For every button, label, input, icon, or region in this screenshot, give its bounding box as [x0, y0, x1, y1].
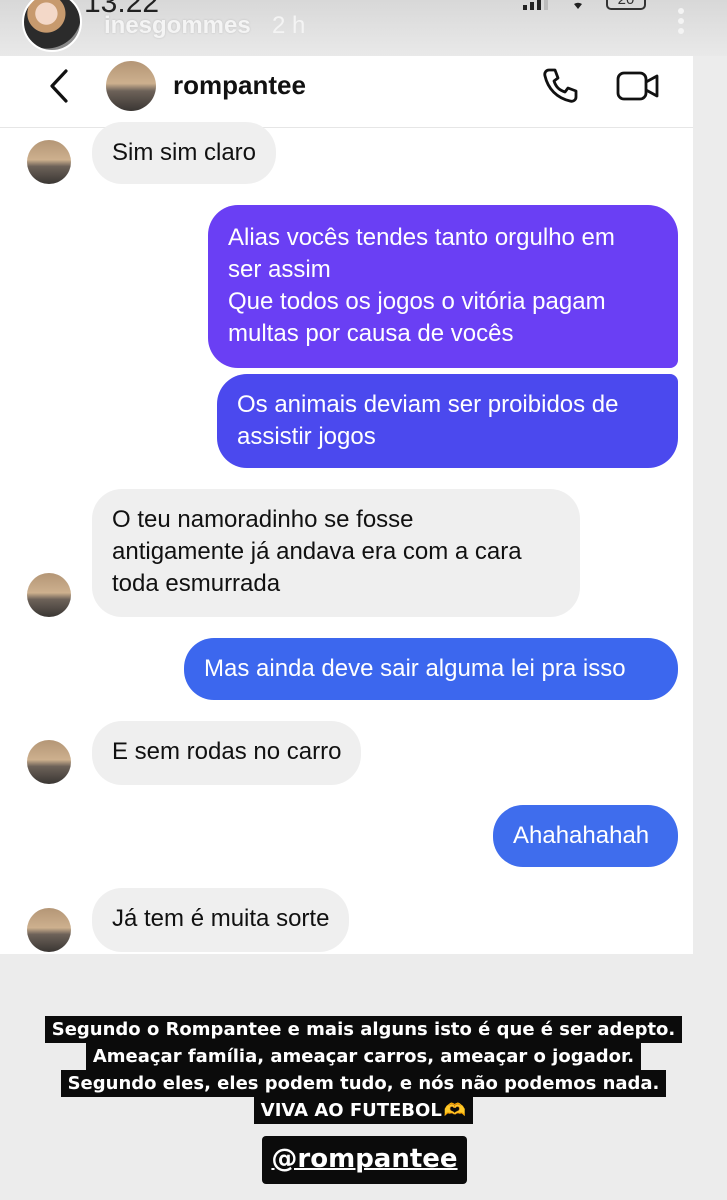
contact-avatar[interactable] — [106, 61, 156, 111]
story-username[interactable]: inesgommes — [104, 12, 251, 40]
phone-call-icon[interactable] — [540, 66, 580, 106]
story-caption-line: Segundo eles, eles podem tudo, e nós não… — [0, 1070, 727, 1097]
more-options-icon[interactable] — [676, 8, 686, 40]
chat-header: rompantee — [0, 56, 693, 128]
mention-text: @rompantee — [271, 1144, 458, 1174]
video-call-icon[interactable] — [616, 68, 660, 104]
mention-sticker[interactable]: @rompantee — [262, 1136, 467, 1184]
wifi-icon — [574, 2, 582, 9]
story-caption-line: Ameaçar família, ameaçar carros, ameaçar… — [0, 1043, 727, 1070]
contact-name[interactable]: rompantee — [173, 70, 306, 101]
message-incoming[interactable]: Já tem é muita sorte — [92, 888, 350, 952]
message-outgoing[interactable]: Mas ainda deve sair alguma lei pra isso — [184, 638, 678, 700]
signal-icon — [523, 0, 548, 10]
heart-hands-icon: 🫶 — [443, 1100, 467, 1121]
sender-avatar — [27, 140, 71, 184]
story-avatar[interactable] — [22, 0, 82, 52]
message-outgoing[interactable]: Ahahahahah — [493, 805, 678, 867]
message-outgoing[interactable]: Alias vocês tendes tanto orgulho em ser … — [208, 205, 678, 368]
message-outgoing[interactable]: Os animais deviam ser proibidos de assis… — [217, 374, 678, 468]
message-incoming[interactable]: Sim sim claro — [92, 122, 277, 184]
battery-icon: 20 — [606, 0, 646, 10]
message-incoming[interactable]: O teu namoradinho se fosse antigamente j… — [92, 489, 580, 617]
story-caption-line: VIVA AO FUTEBOL 🫶 — [0, 1097, 727, 1124]
back-arrow-icon[interactable] — [44, 68, 74, 104]
message-incoming[interactable]: E sem rodas no carro — [92, 721, 362, 785]
chat-screenshot: rompantee Sim sim claro Alias vocês tend… — [0, 56, 693, 954]
caption-text: VIVA AO FUTEBOL — [260, 1100, 442, 1121]
sender-avatar — [27, 573, 71, 617]
story-caption-line: Segundo o Rompantee e mais alguns isto é… — [0, 1016, 727, 1043]
sender-avatar — [27, 740, 71, 784]
story-header: 13:22 inesgommes 2 h 20 — [0, 0, 727, 56]
story-timestamp: 2 h — [272, 12, 306, 39]
sender-avatar — [27, 908, 71, 952]
